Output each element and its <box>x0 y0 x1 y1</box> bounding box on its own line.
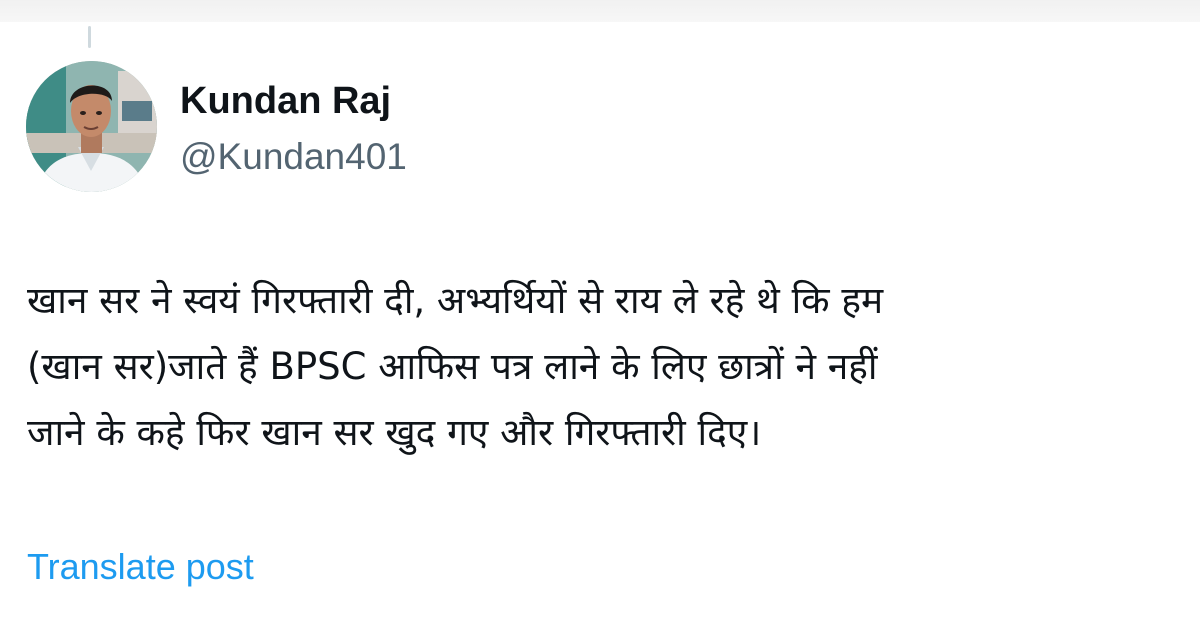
avatar-photo <box>26 61 157 192</box>
author-display-name[interactable]: Kundan Raj <box>180 80 391 123</box>
translate-post-link[interactable]: Translate post <box>27 546 254 588</box>
thread-connector-line <box>88 26 91 48</box>
author-handle[interactable]: @Kundan401 <box>180 136 407 178</box>
post-card: Kundan Raj @Kundan401 खान सर ने स्वयं गि… <box>0 0 1200 630</box>
post-text-line: खान सर ने स्वयं गिरफ्तारी दी, अभ्यर्थियो… <box>27 279 884 322</box>
post-text-line: (खान सर)जाते हैं BPSC आफिस पत्र लाने के … <box>27 345 878 388</box>
avatar[interactable] <box>26 61 157 192</box>
post-text: खान सर ने स्वयं गिरफ्तारी दी, अभ्यर्थियो… <box>27 268 1177 466</box>
post-text-line: जाने के कहे फिर खान सर खुद गए और गिरफ्ता… <box>27 411 762 454</box>
previous-post-edge <box>0 0 1200 22</box>
